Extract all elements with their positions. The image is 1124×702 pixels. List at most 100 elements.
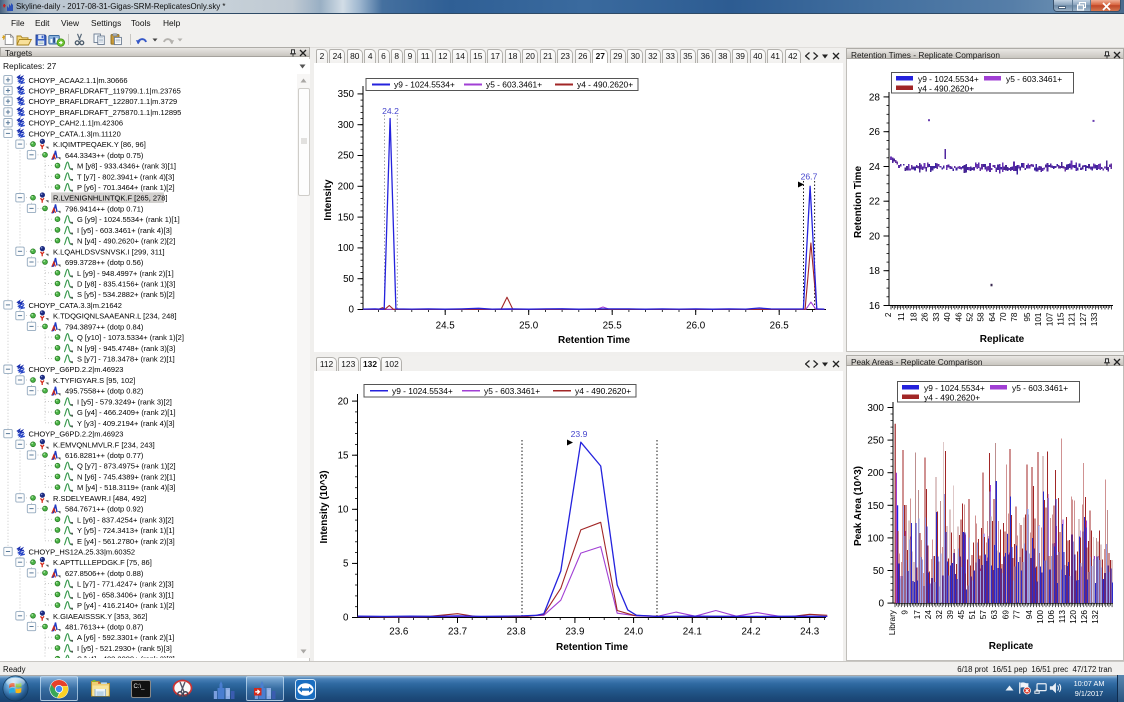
svg-text:L [y9] - 948.4997+ (rank 2)[1]: L [y9] - 948.4997+ (rank 2)[1] [77,269,174,278]
svg-text:95: 95 [1023,312,1032,322]
svg-text:Library: Library [888,609,897,635]
svg-text:N [y6] - 745.4389+ (rank 2)[1]: N [y6] - 745.4389+ (rank 2)[1] [77,472,175,481]
svg-text:E [y4] - 561.2780+ (rank 2)[3]: E [y4] - 561.2780+ (rank 2)[3] [77,537,175,546]
svg-text:616.8281++ (dotp 0.77): 616.8281++ (dotp 0.77) [65,451,144,460]
svg-text:17: 17 [913,610,922,620]
svg-text:Retention Time: Retention Time [558,335,630,346]
svg-text:644.3343++ (dotp 0.75): 644.3343++ (dotp 0.75) [65,151,144,160]
svg-text:115: 115 [1057,312,1066,325]
svg-text:CHOYP_CAH2.1.1|m.42306: CHOYP_CAH2.1.1|m.42306 [29,119,124,128]
svg-text:77: 77 [1012,610,1021,620]
svg-text:T [y7] - 802.3941+ (rank 4)[3]: T [y7] - 802.3941+ (rank 4)[3] [77,172,174,181]
svg-text:40: 40 [943,312,952,322]
svg-text:K.IQIMTPEQAEK.Y [86, 96]: K.IQIMTPEQAEK.Y [86, 96] [53,140,146,149]
svg-text:46: 46 [954,312,963,322]
svg-text:2: 2 [884,312,893,317]
svg-text:18: 18 [910,312,919,322]
svg-text:26.5: 26.5 [770,321,790,332]
svg-text:495.7558++ (dotp 0.82): 495.7558++ (dotp 0.82) [65,387,144,396]
svg-text:627.8506++ (dotp 0.88): 627.8506++ (dotp 0.88) [65,569,144,578]
svg-text:101: 101 [1034,312,1043,326]
svg-text:25.0: 25.0 [519,321,539,332]
svg-text:45: 45 [957,610,966,620]
svg-text:CHOYP_G6PD.2.2|m.46923: CHOYP_G6PD.2.2|m.46923 [29,430,124,439]
svg-text:K.LQAHLDSVSNVSK.I [299, 311]: K.LQAHLDSVSNVSK.I [299, 311] [53,247,165,256]
svg-text:S [y7] - 718.3478+ (rank 2)[1]: S [y7] - 718.3478+ (rank 2)[1] [77,355,175,364]
svg-text:Retention Time: Retention Time [556,642,628,653]
svg-text:58: 58 [977,312,986,322]
svg-text:52: 52 [965,312,974,322]
svg-text:24.2: 24.2 [741,627,760,638]
svg-text:Q [y10] - 1073.5334+ (rank 1)[: Q [y10] - 1073.5334+ (rank 1)[2] [77,333,184,342]
svg-text:y4 - 490.2620+: y4 - 490.2620+ [577,80,633,90]
svg-text:M [y4] - 518.3119+ (rank 4)[3]: M [y4] - 518.3119+ (rank 4)[3] [77,483,175,492]
svg-text:57: 57 [979,610,988,620]
svg-text:10: 10 [338,505,349,516]
svg-text:126: 126 [1080,610,1089,624]
svg-text:100: 100 [867,533,884,544]
svg-text:I [y5] - 521.2930+ (rank 5)[3]: I [y5] - 521.2930+ (rank 5)[3] [77,644,172,653]
svg-text:107: 107 [1045,312,1054,326]
svg-text:5: 5 [343,559,349,570]
svg-text:150: 150 [867,501,884,512]
svg-text:16: 16 [869,301,881,312]
svg-text:N [y4] - 490.2620+ (rank 2)[2]: N [y4] - 490.2620+ (rank 2)[2] [77,237,175,246]
svg-text:250: 250 [338,151,355,162]
svg-text:106: 106 [1047,610,1056,624]
svg-text:CHOYP_ACAA2.1.1|m.30666: CHOYP_ACAA2.1.1|m.30666 [29,76,128,85]
svg-text:51: 51 [968,610,977,620]
svg-text:CHOYP_BRAFLDRAFT_119799.1.1|m.: CHOYP_BRAFLDRAFT_119799.1.1|m.23765 [29,87,181,96]
svg-text:S [y5] - 534.2882+ (rank 5)[2]: S [y5] - 534.2882+ (rank 5)[2] [77,290,175,299]
svg-text:Y [y3] - 409.2194+ (rank 4)[3]: Y [y3] - 409.2194+ (rank 4)[3] [77,419,175,428]
svg-text:350: 350 [338,89,355,100]
svg-text:481.7613++ (dotp 0.87): 481.7613++ (dotp 0.87) [65,623,144,632]
svg-text:23.9: 23.9 [571,429,588,439]
svg-text:CHOYP_HS12A.25.33|m.60352: CHOYP_HS12A.25.33|m.60352 [29,548,136,557]
svg-text:250: 250 [867,436,884,447]
svg-text:100: 100 [338,243,355,254]
svg-text:P [y6] - 701.3464+ (rank 1)[2]: P [y6] - 701.3464+ (rank 1)[2] [77,183,175,192]
svg-text:200: 200 [338,182,355,193]
svg-text:25.5: 25.5 [603,321,623,332]
svg-text:Retention Time: Retention Time [853,166,864,238]
svg-text:26: 26 [869,127,881,138]
svg-text:y4 - 490.2620+: y4 - 490.2620+ [924,392,980,402]
svg-text:y4 - 490.2620+: y4 - 490.2620+ [575,386,631,396]
svg-text:300: 300 [867,403,884,414]
svg-text:24: 24 [869,162,881,173]
svg-text:94: 94 [1025,610,1034,620]
svg-text:127: 127 [1079,312,1088,326]
svg-text:121: 121 [1068,312,1077,326]
svg-text:133: 133 [1090,312,1099,326]
svg-text:100: 100 [1036,610,1045,624]
svg-text:0: 0 [878,599,884,610]
svg-text:26: 26 [921,312,930,322]
svg-text:11: 11 [897,312,906,321]
svg-text:I [y5] - 579.3249+ (rank 3)[2]: I [y5] - 579.3249+ (rank 3)[2] [77,397,172,406]
svg-text:24.0: 24.0 [624,627,644,638]
svg-text:26.0: 26.0 [686,321,706,332]
svg-text:584.7671++ (dotp 0.92): 584.7671++ (dotp 0.92) [65,505,144,514]
svg-text:113: 113 [1058,610,1067,623]
svg-text:0: 0 [349,305,355,316]
svg-text:K.APTTLLLEPDGK.F [75, 86]: K.APTTLLLEPDGK.F [75, 86] [53,558,152,567]
svg-text:Replicate: Replicate [980,334,1025,345]
svg-text:15: 15 [338,450,349,461]
svg-text:Q [y7] - 873.4975+ (rank 1)[2]: Q [y7] - 873.4975+ (rank 1)[2] [77,462,176,471]
svg-text:32: 32 [935,610,944,620]
svg-text:9: 9 [901,610,910,615]
svg-text:Intensity: Intensity [323,179,334,221]
svg-text:CHOYP_BRAFLDRAFT_275870.1.1|m.: CHOYP_BRAFLDRAFT_275870.1.1|m.12895 [29,108,182,117]
svg-text:150: 150 [338,212,355,223]
svg-text:20: 20 [869,232,881,243]
svg-text:L [y6] - 658.3406+ (rank 3)[1]: L [y6] - 658.3406+ (rank 3)[1] [77,590,174,599]
svg-text:I [y5] - 603.3461+ (rank 4)[3]: I [y5] - 603.3461+ (rank 4)[3] [77,226,172,235]
svg-text:23.6: 23.6 [389,627,409,638]
svg-text:y5 - 603.3461+: y5 - 603.3461+ [1012,383,1068,393]
svg-text:24.3: 24.3 [800,627,820,638]
svg-text:24.1: 24.1 [683,627,702,638]
svg-text:y5 - 603.3461+: y5 - 603.3461+ [486,80,542,90]
svg-text:G [y4] - 466.2409+ (rank 2)[1]: G [y4] - 466.2409+ (rank 2)[1] [77,408,176,417]
svg-text:20: 20 [338,396,349,407]
svg-text:200: 200 [867,468,884,479]
